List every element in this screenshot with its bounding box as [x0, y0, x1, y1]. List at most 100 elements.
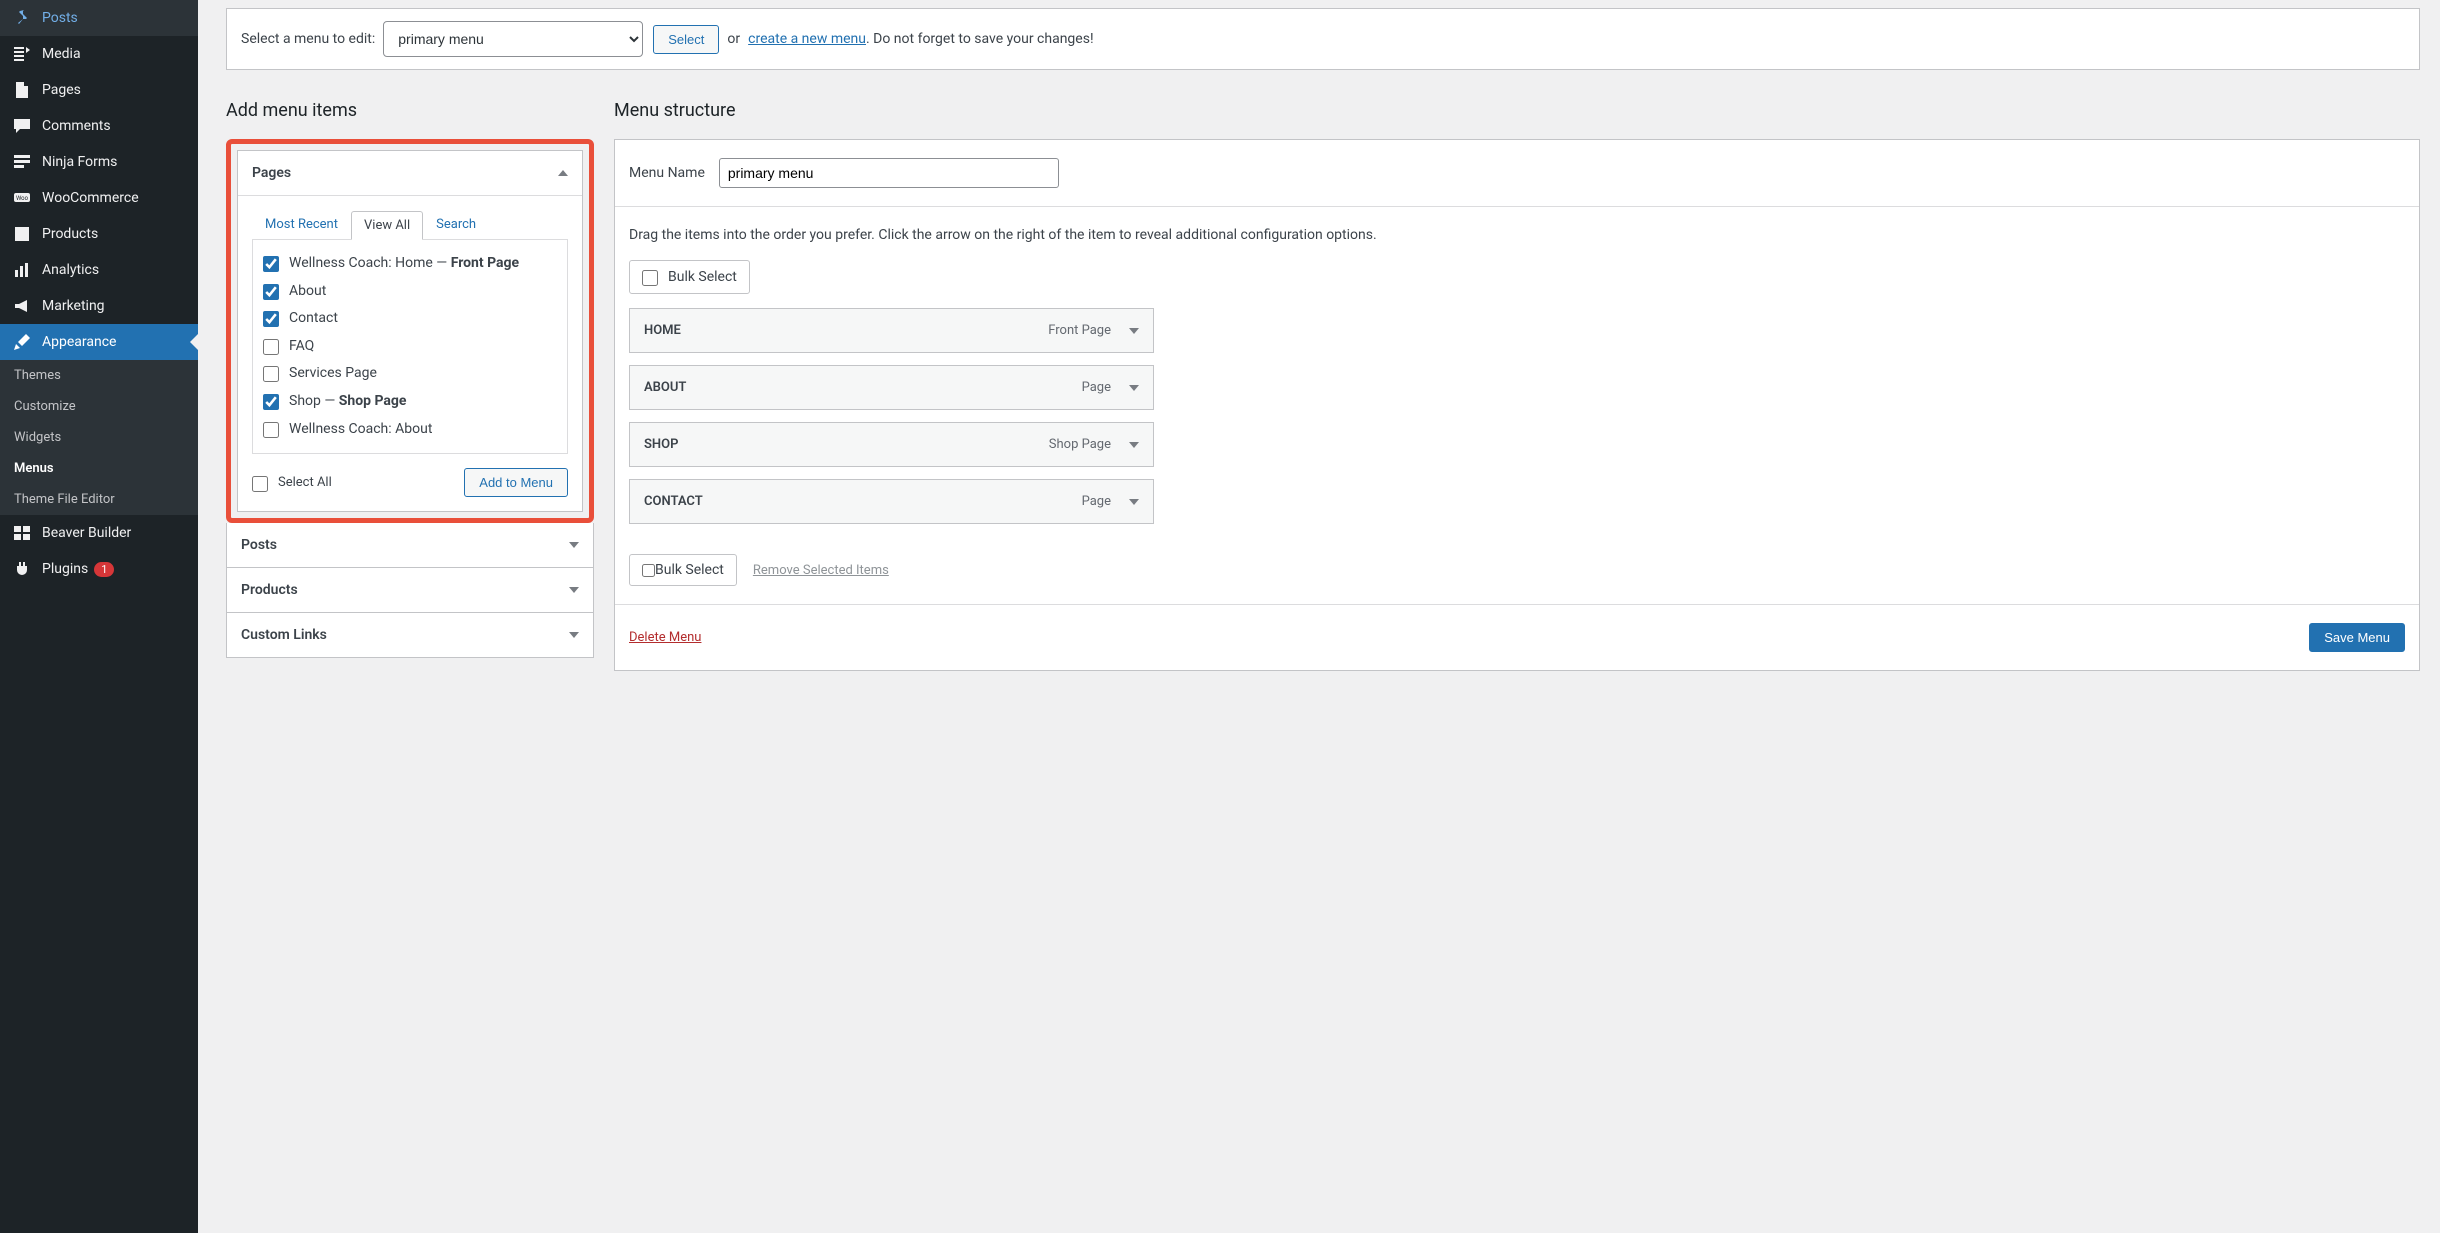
tab-view-all[interactable]: View All [351, 211, 423, 240]
delete-menu-link[interactable]: Delete Menu [629, 630, 701, 645]
menu-item-type: Page [1082, 380, 1111, 395]
menu-item[interactable]: HOME Front Page [629, 308, 1154, 353]
plugin-count-badge: 1 [94, 562, 114, 577]
menu-select[interactable]: primary menu [383, 21, 643, 57]
drag-instructions: Drag the items into the order you prefer… [615, 207, 2419, 260]
caret-down-icon [569, 632, 579, 638]
select-all-checkbox[interactable] [252, 476, 268, 492]
page-checkbox[interactable] [263, 339, 279, 355]
page-row: About [263, 278, 557, 306]
sidebar-item-comments[interactable]: Comments [0, 108, 198, 144]
svg-text:Woo: Woo [16, 195, 29, 202]
edit-menu-bar: Select a menu to edit: primary menu Sele… [226, 8, 2420, 70]
sub-theme-file-editor[interactable]: Theme File Editor [0, 484, 198, 515]
bulk-select-checkbox-bottom[interactable] [642, 564, 655, 577]
sidebar-item-label: Comments [42, 118, 111, 134]
sidebar-item-label: Plugins [42, 561, 88, 577]
sidebar-item-plugins[interactable]: Plugins 1 [0, 551, 198, 587]
tab-search[interactable]: Search [423, 210, 489, 239]
woo-icon: Woo [12, 188, 32, 208]
select-button[interactable]: Select [653, 25, 719, 54]
sidebar-item-media[interactable]: Media [0, 36, 198, 72]
highlighted-pages-panel: Pages Most Recent View All Search We [226, 139, 594, 523]
accordion-title: Products [241, 582, 298, 598]
grid-icon [12, 523, 32, 543]
box-icon [12, 224, 32, 244]
custom-links-accordion-header[interactable]: Custom Links [227, 612, 593, 657]
page-checkbox[interactable] [263, 284, 279, 300]
sidebar-item-appearance[interactable]: Appearance [0, 324, 198, 360]
add-to-menu-button[interactable]: Add to Menu [464, 468, 568, 497]
caret-down-icon [569, 587, 579, 593]
sidebar-item-ninja-forms[interactable]: Ninja Forms [0, 144, 198, 180]
sidebar-item-pages[interactable]: Pages [0, 72, 198, 108]
caret-down-icon[interactable] [1129, 499, 1139, 505]
media-icon [12, 44, 32, 64]
reminder-text: . Do not forget to save your changes! [866, 31, 1094, 47]
sub-customize[interactable]: Customize [0, 391, 198, 422]
select-menu-label: Select a menu to edit: [241, 31, 375, 47]
posts-accordion-header[interactable]: Posts [227, 523, 593, 567]
page-row: Wellness Coach: Home — Front Page [263, 250, 557, 278]
pages-accordion-header[interactable]: Pages [238, 151, 582, 195]
menu-structure-heading: Menu structure [614, 100, 2420, 121]
comment-icon [12, 116, 32, 136]
sidebar-item-label: Appearance [42, 334, 116, 350]
page-checkbox[interactable] [263, 394, 279, 410]
menu-item-type: Front Page [1048, 323, 1111, 338]
sidebar-item-label: Beaver Builder [42, 525, 131, 541]
menu-name-label: Menu Name [629, 165, 705, 181]
tab-most-recent[interactable]: Most Recent [252, 210, 351, 239]
caret-down-icon[interactable] [1129, 328, 1139, 334]
chart-icon [12, 260, 32, 280]
plug-icon [12, 559, 32, 579]
page-checkbox[interactable] [263, 366, 279, 382]
menu-item-type: Shop Page [1049, 437, 1111, 452]
create-new-menu-link[interactable]: create a new menu [748, 31, 866, 47]
accordion-title: Custom Links [241, 627, 327, 643]
sub-widgets[interactable]: Widgets [0, 422, 198, 453]
page-checkbox[interactable] [263, 311, 279, 327]
caret-down-icon[interactable] [1129, 442, 1139, 448]
page-checkbox[interactable] [263, 256, 279, 272]
sidebar-item-label: Posts [42, 10, 78, 26]
sidebar-item-woocommerce[interactable]: Woo WooCommerce [0, 180, 198, 216]
sidebar-item-label: Media [42, 46, 81, 62]
sidebar-item-label: Pages [42, 82, 81, 98]
caret-up-icon [558, 170, 568, 176]
sidebar-item-marketing[interactable]: Marketing [0, 288, 198, 324]
page-row: Shop — Shop Page [263, 388, 557, 416]
sub-themes[interactable]: Themes [0, 360, 198, 391]
products-accordion-header[interactable]: Products [227, 567, 593, 612]
brush-icon [12, 332, 32, 352]
bulk-select-label: Bulk Select [655, 562, 724, 578]
sidebar-item-posts[interactable]: Posts [0, 0, 198, 36]
sidebar-item-label: Analytics [42, 262, 99, 278]
megaphone-icon [12, 296, 32, 316]
admin-sidebar: Posts Media Pages Comments Ninja Forms W… [0, 0, 198, 1233]
appearance-submenu: Themes Customize Widgets Menus Theme Fil… [0, 360, 198, 515]
sidebar-item-beaver-builder[interactable]: Beaver Builder [0, 515, 198, 551]
sidebar-item-label: Marketing [42, 298, 105, 314]
save-menu-button[interactable]: Save Menu [2309, 623, 2405, 652]
menu-item-title: ABOUT [644, 380, 686, 395]
sub-menus[interactable]: Menus [0, 453, 198, 484]
caret-down-icon[interactable] [1129, 385, 1139, 391]
menu-item[interactable]: ABOUT Page [629, 365, 1154, 410]
sidebar-item-analytics[interactable]: Analytics [0, 252, 198, 288]
page-checkbox-list: Wellness Coach: Home — Front Page About … [252, 239, 568, 454]
menu-item[interactable]: SHOP Shop Page [629, 422, 1154, 467]
menu-structure-panel: Menu Name Drag the items into the order … [614, 139, 2420, 671]
menu-item[interactable]: CONTACT Page [629, 479, 1154, 524]
sidebar-item-label: WooCommerce [42, 190, 139, 206]
page-row: Services Page [263, 360, 557, 388]
bulk-select-checkbox-top[interactable] [642, 270, 658, 286]
menu-item-type: Page [1082, 494, 1111, 509]
sidebar-item-products[interactable]: Products [0, 216, 198, 252]
menu-item-title: CONTACT [644, 494, 703, 509]
page-checkbox[interactable] [263, 422, 279, 438]
page-row: FAQ [263, 333, 557, 361]
or-text: or [727, 31, 740, 47]
caret-down-icon [569, 542, 579, 548]
menu-name-input[interactable] [719, 158, 1059, 188]
